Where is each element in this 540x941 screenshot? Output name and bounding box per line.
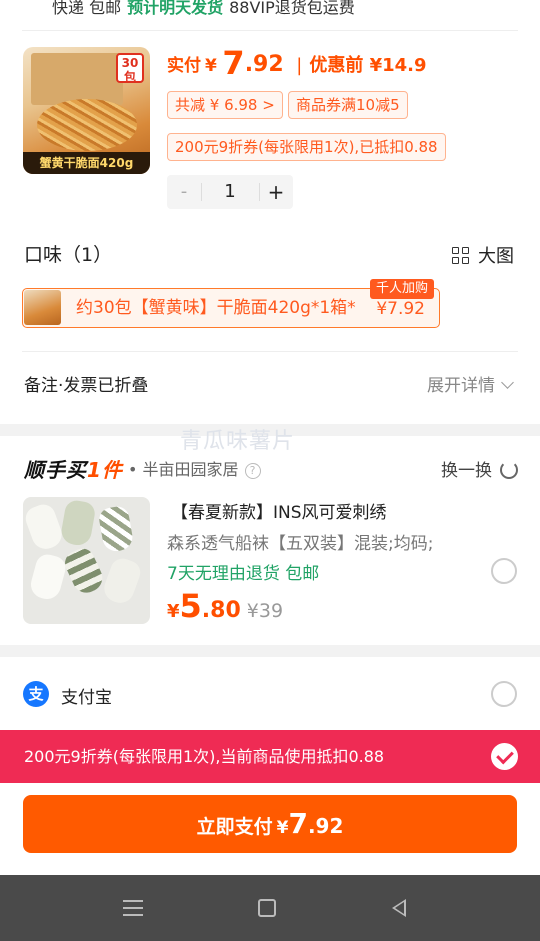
chevron-down-icon — [501, 376, 514, 389]
sock-graphic — [97, 504, 135, 554]
product-box-graphic — [31, 53, 123, 105]
divider — [22, 30, 518, 31]
notes-label[interactable]: 备注·发票已折叠 — [24, 371, 148, 396]
addon-title[interactable]: 【春夏新款】INS风可爱刺绣 — [171, 498, 387, 523]
addon-brand-accent: 1件 — [87, 458, 123, 482]
pack-count-badge: 30包 — [116, 53, 144, 84]
home-icon[interactable] — [258, 899, 276, 917]
sock-graphic — [27, 551, 69, 603]
addon-price-dec: .80 — [201, 598, 241, 623]
addon-price-int: 5 — [179, 587, 202, 625]
addon-brand-main: 顺手买 — [24, 458, 87, 482]
currency-symbol: ¥ — [205, 56, 217, 76]
addon-select-radio[interactable] — [491, 558, 517, 584]
hot-badge: 千人加购 — [370, 279, 435, 299]
big-picture-label: 大图 — [478, 246, 514, 267]
qty-decrease-button[interactable]: - — [167, 175, 201, 209]
help-icon[interactable]: ? — [244, 463, 261, 479]
sock-graphic — [61, 544, 107, 598]
addon-shop[interactable]: • 半亩田园家居? — [128, 456, 261, 480]
sock-graphic — [23, 501, 66, 553]
product-image[interactable]: 30包 蟹黄干脆面420g — [23, 47, 150, 174]
total-discount-tag[interactable]: 共减 ¥ 6.98 > — [167, 91, 283, 119]
flavor-option-thumbnail — [24, 290, 61, 325]
payment-method-label[interactable]: 支付宝 — [61, 683, 112, 708]
back-icon[interactable] — [392, 899, 406, 917]
addon-price: ¥5.80 ¥39 — [167, 587, 283, 625]
pay-label: 实付 — [167, 56, 201, 76]
addon-description: 森系透气船袜【五双装】混装;均码; — [167, 534, 434, 554]
coupon-bar[interactable]: 200元9折券(每张限用1次),当前商品使用抵扣0.88 — [0, 730, 540, 783]
shipping-line: 快递 包邮 预计明天发货 88VIP退货包运费 — [52, 0, 355, 18]
expand-details-button[interactable]: 展开详情 — [427, 371, 514, 396]
vip-return: 88VIP退货包运费 — [229, 0, 355, 17]
pay-now-price-dec: .92 — [307, 814, 344, 838]
addon-product-image[interactable] — [23, 497, 150, 624]
alipay-radio[interactable] — [491, 681, 517, 707]
addon-original-price: ¥39 — [246, 600, 284, 622]
pay-now-price-int: 7 — [288, 807, 308, 840]
shop-name: • 半亩田园家居 — [128, 460, 239, 479]
watermark-text: 青瓜味薯片 — [180, 429, 296, 454]
coupon-bar-text: 200元9折券(每张限用1次),当前商品使用抵扣0.88 — [24, 747, 385, 766]
flavor-title: 口味（1） — [24, 244, 113, 266]
pay-price-int: 7 — [222, 44, 245, 82]
qty-value[interactable]: 1 — [201, 175, 259, 209]
flavor-option-text: 约30包【蟹黄味】干脆面420g*1箱* — [76, 298, 356, 318]
quantity-stepper: - 1 + — [167, 175, 293, 209]
pre-discount-price: 优惠前 ¥14.9 — [309, 55, 427, 76]
noodle-graphic — [37, 99, 137, 151]
checkout-page: 快递 包邮 预计明天发货 88VIP退货包运费 30包 蟹黄干脆面420g 实付 ¥ … — [0, 0, 540, 941]
menu-icon[interactable] — [123, 899, 143, 917]
shipping-method: 快递 包邮 — [52, 0, 122, 17]
product-image-caption: 蟹黄干脆面420g — [23, 152, 150, 174]
refresh-icon — [500, 461, 518, 479]
swap-label: 换一换 — [441, 461, 492, 481]
qty-increase-button[interactable]: + — [259, 175, 293, 209]
pay-price-row: 实付 ¥ 7.92 | 优惠前 ¥14.9 — [167, 44, 427, 82]
addon-shipping: 7天无理由退货 包邮 — [167, 564, 320, 584]
alipay-icon: 支 — [23, 681, 49, 707]
big-picture-button[interactable]: 大图 — [452, 242, 514, 268]
swap-button[interactable]: 换一换 — [441, 456, 518, 481]
coupon-tag: 商品券满10减5 — [288, 91, 408, 119]
currency-symbol: ¥ — [276, 818, 289, 838]
sock-graphic — [59, 498, 97, 548]
check-icon[interactable] — [491, 743, 518, 770]
pay-price-dec: .92 — [244, 52, 284, 77]
grid-icon — [452, 247, 470, 265]
system-nav-bar — [0, 875, 540, 941]
order-card: 快递 包邮 预计明天发货 88VIP退货包运费 30包 蟹黄干脆面420g 实付 ¥ … — [0, 0, 540, 424]
currency-symbol: ¥ — [167, 601, 180, 622]
expand-label: 展开详情 — [427, 376, 495, 396]
pay-now-label: 立即支付 — [196, 816, 273, 838]
pay-now-button[interactable]: 立即支付 ¥7.92 — [23, 795, 517, 853]
addon-brand: 顺手买1件 — [24, 454, 123, 483]
divider — [22, 351, 518, 352]
shipping-estimate: 预计明天发货 — [127, 0, 224, 17]
price-separator: | — [296, 55, 303, 76]
coupon-info-tag: 200元9折券(每张限用1次),已抵扣0.88 — [167, 133, 446, 161]
sock-graphic — [100, 555, 144, 607]
